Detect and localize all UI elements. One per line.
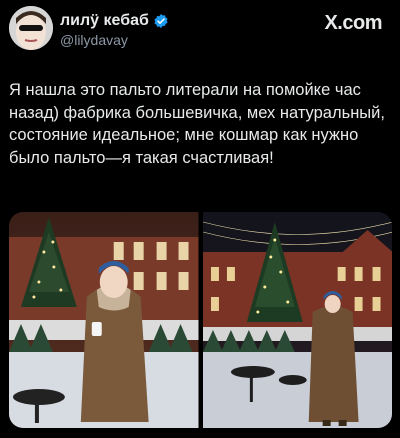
tweet-media — [9, 212, 392, 428]
display-name[interactable]: лилÿ кебаб — [60, 12, 149, 30]
photo-christmas-square-woman-coat-icon — [9, 212, 199, 428]
photo-christmas-square-right[interactable] — [202, 212, 392, 428]
x-com-logo[interactable]: X.com — [324, 12, 382, 35]
tweet-card: лилÿ кебаб @lilydavay X.com Я нашла это … — [0, 0, 400, 438]
avatar-portrait-icon — [9, 6, 53, 50]
tweet-text: Я нашла это пальто литерали на помойке ч… — [9, 81, 385, 167]
photo-christmas-square-woman-coat-full-icon — [202, 212, 392, 428]
verified-badge-icon — [154, 14, 168, 28]
author-handle[interactable]: @lilydavay — [60, 32, 128, 48]
photo-christmas-square-left[interactable] — [9, 212, 199, 428]
author-name-row: лилÿ кебаб — [60, 12, 169, 30]
avatar[interactable] — [9, 6, 53, 50]
